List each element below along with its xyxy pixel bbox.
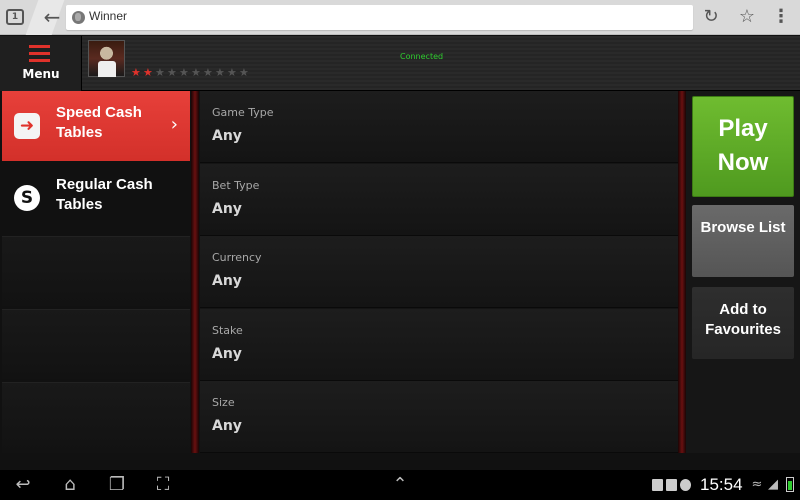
filter-label: Currency	[212, 251, 262, 264]
add-to-favourites-button[interactable]: Add to Favourites	[692, 287, 794, 359]
filter-label: Size	[212, 396, 235, 409]
star-empty-icon: ★	[227, 66, 237, 79]
empty-slot	[2, 236, 190, 306]
star-empty-icon: ★	[215, 66, 225, 79]
download-icon	[652, 479, 663, 491]
category-label: Speed Cash Tables	[56, 104, 142, 141]
system-nav-bar: ↩ ⌂ ❐ ⛶ ⌃ 15:54 ≈ ◢	[0, 470, 800, 500]
empty-slot	[2, 309, 190, 379]
star-empty-icon: ★	[191, 66, 201, 79]
overflow-menu-icon[interactable]: ⋮	[770, 6, 792, 28]
chevron-up-icon[interactable]: ⌃	[385, 473, 415, 497]
menu-label: Menu	[22, 67, 60, 81]
play-now-button[interactable]: Play Now	[692, 96, 794, 197]
category-regular-cash[interactable]: S Regular Cash Tables	[2, 163, 190, 233]
tab-switcher-icon[interactable]: 1	[6, 9, 24, 25]
filter-game-type[interactable]: Game Type Any	[200, 91, 678, 163]
filter-value: Any	[212, 273, 242, 289]
filter-size[interactable]: Size Any	[200, 381, 678, 453]
browser-toolbar: 1 ← Winner ↻ ☆ ⋮	[0, 0, 800, 35]
menu-button[interactable]: Menu	[0, 36, 82, 91]
speed-cash-icon: ➜	[14, 113, 40, 139]
star-empty-icon: ★	[203, 66, 213, 79]
browse-list-button[interactable]: Browse List	[692, 205, 794, 277]
home-icon[interactable]: ⌂	[55, 473, 85, 497]
empty-slot	[2, 382, 190, 453]
star-empty-icon: ★	[239, 66, 249, 79]
filter-bet-type[interactable]: Bet Type Any	[200, 164, 678, 236]
star-empty-icon: ★	[179, 66, 189, 79]
clock: 15:54	[700, 475, 743, 494]
category-speed-cash[interactable]: ➜ Speed Cash Tables ›	[2, 91, 190, 161]
screenshot-icon[interactable]: ⛶	[148, 473, 178, 497]
divider	[678, 91, 686, 453]
star-filled-icon: ★	[131, 66, 141, 79]
action-panel: Play Now Browse List Add to Favourites	[686, 91, 800, 453]
player-avatar[interactable]	[88, 40, 125, 77]
filter-list: Game Type Any Bet Type Any Currency Any …	[200, 91, 678, 453]
category-label: Regular Cash Tables	[56, 176, 153, 213]
address-bar[interactable]: Winner	[66, 5, 693, 30]
filter-value: Any	[212, 346, 242, 362]
filter-label: Bet Type	[212, 179, 260, 192]
divider	[191, 91, 199, 453]
signal-icon: ◢	[768, 477, 778, 492]
filter-value: Any	[212, 418, 242, 434]
player-rating: ★ ★ ★ ★ ★ ★ ★ ★ ★ ★	[131, 66, 251, 79]
filter-value: Any	[212, 128, 242, 144]
battery-icon	[786, 477, 794, 492]
star-filled-icon: ★	[143, 66, 153, 79]
back-arrow-icon[interactable]: ←	[40, 6, 64, 28]
gallery-icon	[666, 479, 677, 491]
filter-stake[interactable]: Stake Any	[200, 309, 678, 381]
globe-icon	[72, 11, 85, 24]
category-panel: ➜ Speed Cash Tables › S Regular Cash Tab…	[0, 91, 192, 453]
filter-label: Game Type	[212, 106, 274, 119]
star-empty-icon: ★	[167, 66, 177, 79]
bookmark-star-icon[interactable]: ☆	[736, 6, 758, 28]
regular-cash-icon: S	[14, 185, 40, 211]
star-empty-icon: ★	[155, 66, 165, 79]
filter-value: Any	[212, 201, 242, 217]
app-header: Menu ★ ★ ★ ★ ★ ★ ★ ★ ★ ★ Connected	[0, 36, 800, 91]
filter-currency[interactable]: Currency Any	[200, 236, 678, 308]
recent-apps-icon[interactable]: ❐	[102, 473, 132, 497]
sync-icon	[680, 479, 691, 491]
filter-label: Stake	[212, 324, 243, 337]
chevron-right-icon: ›	[170, 114, 178, 135]
connection-status: Connected	[400, 52, 444, 61]
reload-icon[interactable]: ↻	[700, 6, 722, 28]
page-title: Winner	[89, 9, 128, 23]
hamburger-icon	[29, 45, 50, 62]
back-icon[interactable]: ↩	[8, 473, 38, 497]
